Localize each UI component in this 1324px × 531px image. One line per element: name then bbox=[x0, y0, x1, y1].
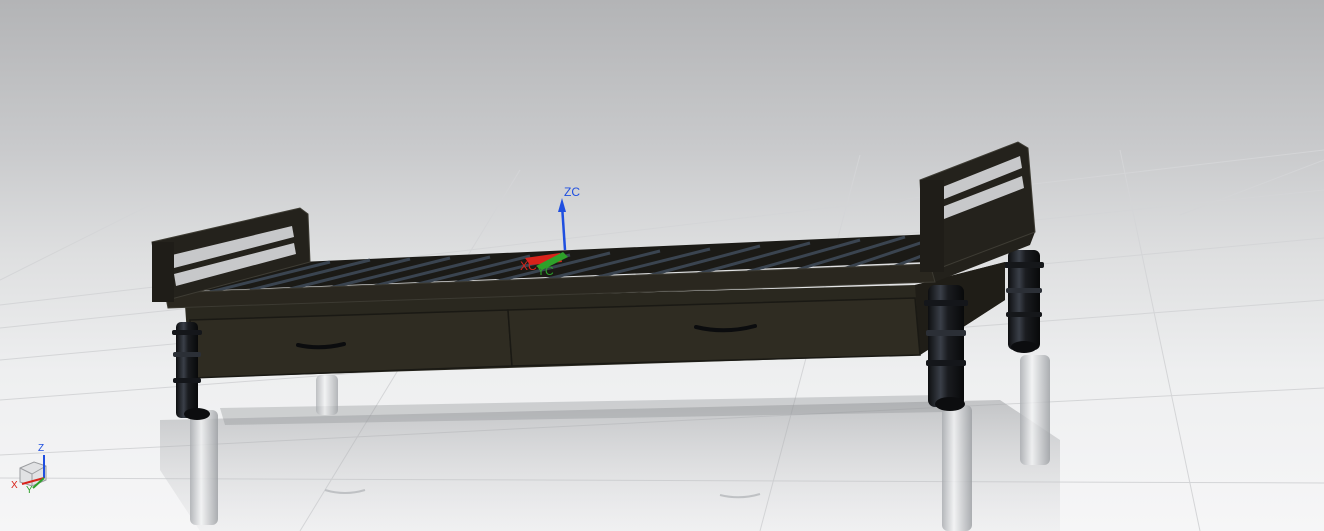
xc-axis-label: XC bbox=[520, 259, 537, 273]
right-drawer-front[interactable] bbox=[507, 297, 921, 367]
zc-axis-arrowhead bbox=[558, 198, 566, 212]
zc-axis-label: ZC bbox=[564, 185, 580, 199]
yc-axis-label: YC bbox=[537, 264, 554, 278]
view-orientation-triad[interactable]: Z X Y bbox=[11, 443, 47, 496]
back-right-leg bbox=[1004, 250, 1044, 353]
left-drawer-front[interactable] bbox=[189, 309, 513, 379]
view-z-label: Z bbox=[38, 443, 44, 454]
floor-reflection bbox=[160, 355, 1060, 531]
front-right-leg bbox=[924, 285, 968, 411]
graphics-viewport[interactable]: ZC XC YC Z X Y bbox=[0, 0, 1324, 531]
3d-scene[interactable]: ZC XC YC Z X Y bbox=[0, 0, 1324, 531]
view-y-label: Y bbox=[26, 485, 33, 496]
view-x-label: X bbox=[11, 480, 18, 491]
